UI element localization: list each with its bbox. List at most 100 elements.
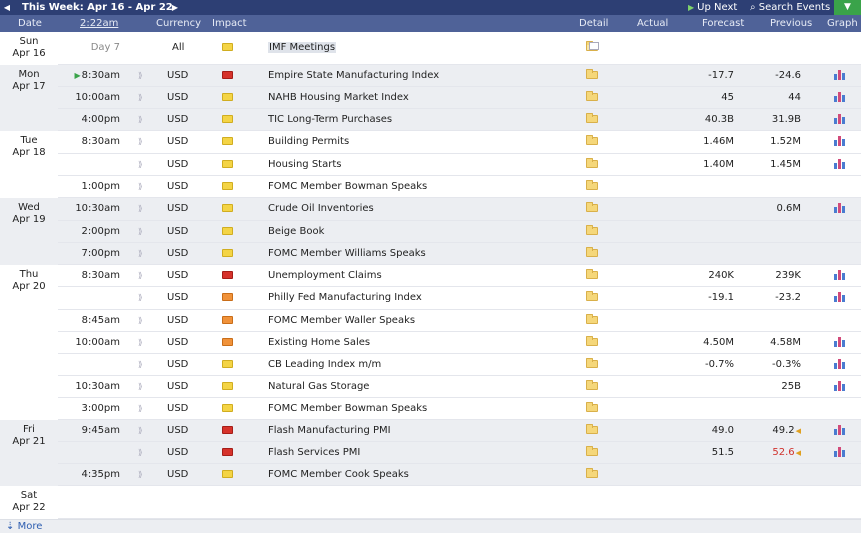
event-name[interactable]: Housing Starts bbox=[268, 154, 568, 175]
detail-folder-icon[interactable] bbox=[586, 464, 600, 485]
impact-icon[interactable] bbox=[222, 198, 234, 220]
impact-icon[interactable] bbox=[222, 65, 234, 86]
sound-icon[interactable]: ⟫ bbox=[138, 221, 146, 242]
graph-icon[interactable] bbox=[834, 332, 848, 353]
sound-icon[interactable]: ⟫ bbox=[138, 154, 146, 175]
event-name[interactable]: CB Leading Index m/m bbox=[268, 354, 568, 375]
sound-icon[interactable]: ⟫ bbox=[138, 310, 146, 331]
revised-icon[interactable]: ◀ bbox=[796, 449, 801, 457]
detail-folder-icon[interactable] bbox=[586, 221, 600, 242]
event-name[interactable]: FOMC Member Cook Speaks bbox=[268, 464, 568, 485]
event-name[interactable]: FOMC Member Williams Speaks bbox=[268, 243, 568, 264]
event-row[interactable]: 4:35pm ⟫ USD FOMC Member Cook Speaks bbox=[58, 464, 861, 486]
event-row[interactable]: ▶8:30am ⟫ USD Empire State Manufacturing In… bbox=[58, 65, 861, 87]
up-next-button[interactable]: ▶ Up Next bbox=[688, 0, 737, 15]
detail-folder-icon[interactable] bbox=[586, 154, 600, 175]
detail-folder-icon[interactable] bbox=[586, 310, 600, 331]
event-name[interactable]: Empire State Manufacturing Index bbox=[268, 65, 568, 86]
revised-icon[interactable]: ◀ bbox=[796, 427, 801, 435]
graph-icon[interactable] bbox=[834, 287, 848, 309]
event-row[interactable]: 8:30am ⟫ USD Unemployment Claims 240K 239K bbox=[58, 265, 861, 287]
event-row[interactable]: 2:00pm ⟫ USD Beige Book bbox=[58, 221, 861, 243]
impact-icon[interactable] bbox=[222, 420, 234, 441]
event-row[interactable]: 1:00pm ⟫ USD FOMC Member Bowman Speaks bbox=[58, 176, 861, 198]
event-name[interactable]: Natural Gas Storage bbox=[268, 376, 568, 397]
event-row[interactable]: Day 7 All IMF Meetings bbox=[58, 32, 861, 65]
event-name[interactable]: Existing Home Sales bbox=[268, 332, 568, 353]
event-name[interactable]: Philly Fed Manufacturing Index bbox=[268, 287, 568, 309]
event-row[interactable]: 10:30am ⟫ USD Natural Gas Storage 25B bbox=[58, 376, 861, 398]
impact-icon[interactable] bbox=[222, 310, 234, 331]
detail-folder-icon[interactable] bbox=[586, 87, 600, 108]
detail-folder-icon[interactable] bbox=[586, 332, 600, 353]
event-name[interactable]: IMF Meetings bbox=[268, 32, 568, 64]
event-row[interactable]: ⟫ USD CB Leading Index m/m -0.7% -0.3% bbox=[58, 354, 861, 376]
prev-week-icon[interactable]: ◀ bbox=[0, 0, 14, 15]
graph-icon[interactable] bbox=[834, 87, 848, 108]
graph-icon[interactable] bbox=[834, 354, 848, 375]
event-name[interactable]: Flash Services PMI bbox=[268, 442, 568, 463]
event-row[interactable]: 10:30am ⟫ USD Crude Oil Inventories 0.6M bbox=[58, 198, 861, 221]
sound-icon[interactable]: ⟫ bbox=[138, 243, 146, 264]
sound-icon[interactable]: ⟫ bbox=[138, 176, 146, 197]
event-name[interactable]: Building Permits bbox=[268, 131, 568, 153]
sound-icon[interactable]: ⟫ bbox=[138, 131, 146, 153]
event-name[interactable]: FOMC Member Bowman Speaks bbox=[268, 176, 568, 197]
event-name[interactable]: Beige Book bbox=[268, 221, 568, 242]
event-name[interactable]: Crude Oil Inventories bbox=[268, 198, 568, 220]
impact-icon[interactable] bbox=[222, 464, 234, 485]
detail-folder-icon[interactable] bbox=[586, 354, 600, 375]
impact-icon[interactable] bbox=[222, 32, 234, 64]
impact-icon[interactable] bbox=[222, 398, 234, 419]
impact-icon[interactable] bbox=[222, 109, 234, 130]
event-row[interactable]: 8:30am ⟫ USD Building Permits 1.46M 1.52M bbox=[58, 131, 861, 154]
search-events-button[interactable]: ⌕ Search Events bbox=[750, 0, 830, 15]
detail-folder-icon[interactable] bbox=[586, 398, 600, 419]
impact-icon[interactable] bbox=[222, 243, 234, 264]
graph-icon[interactable] bbox=[834, 376, 848, 397]
graph-icon[interactable] bbox=[834, 442, 848, 463]
detail-folder-icon[interactable] bbox=[586, 243, 600, 264]
sound-icon[interactable]: ⟫ bbox=[138, 354, 146, 375]
sound-icon[interactable]: ⟫ bbox=[138, 109, 146, 130]
event-row[interactable]: ⟫ USD Flash Services PMI 51.5 52.6◀ bbox=[58, 442, 861, 464]
more-button[interactable]: ⇣ More bbox=[6, 520, 42, 533]
event-name[interactable]: FOMC Member Waller Speaks bbox=[268, 310, 568, 331]
detail-folder-icon[interactable] bbox=[586, 32, 600, 64]
filter-icon[interactable]: ▼ bbox=[834, 0, 861, 15]
detail-folder-icon[interactable] bbox=[586, 109, 600, 130]
week-title[interactable]: This Week: Apr 16 - Apr 22 bbox=[22, 0, 173, 15]
graph-icon[interactable] bbox=[834, 265, 848, 286]
event-row[interactable]: 4:00pm ⟫ USD TIC Long-Term Purchases 40.3B 31… bbox=[58, 109, 861, 131]
event-row[interactable]: 8:45am ⟫ USD FOMC Member Waller Speaks bbox=[58, 310, 861, 332]
detail-folder-icon[interactable] bbox=[586, 131, 600, 153]
impact-icon[interactable] bbox=[222, 176, 234, 197]
sound-icon[interactable]: ⟫ bbox=[138, 65, 146, 86]
impact-icon[interactable] bbox=[222, 221, 234, 242]
impact-icon[interactable] bbox=[222, 287, 234, 309]
sound-icon[interactable]: ⟫ bbox=[138, 420, 146, 441]
detail-folder-icon[interactable] bbox=[586, 65, 600, 86]
detail-folder-icon[interactable] bbox=[586, 376, 600, 397]
detail-folder-icon[interactable] bbox=[586, 442, 600, 463]
detail-folder-icon[interactable] bbox=[586, 265, 600, 286]
event-row[interactable]: 10:00am ⟫ USD NAHB Housing Market Index 45 44 bbox=[58, 87, 861, 109]
graph-icon[interactable] bbox=[834, 109, 848, 130]
sound-icon[interactable]: ⟫ bbox=[138, 287, 146, 309]
graph-icon[interactable] bbox=[834, 65, 848, 86]
sound-icon[interactable]: ⟫ bbox=[138, 442, 146, 463]
graph-icon[interactable] bbox=[834, 154, 848, 175]
event-row[interactable]: 9:45am ⟫ USD Flash Manufacturing PMI 49.0 49.… bbox=[58, 420, 861, 442]
impact-icon[interactable] bbox=[222, 154, 234, 175]
next-week-icon[interactable]: ▶ bbox=[168, 0, 182, 15]
sound-icon[interactable]: ⟫ bbox=[138, 332, 146, 353]
event-row[interactable]: 3:00pm ⟫ USD FOMC Member Bowman Speaks bbox=[58, 398, 861, 420]
sound-icon[interactable]: ⟫ bbox=[138, 398, 146, 419]
impact-icon[interactable] bbox=[222, 131, 234, 153]
event-name[interactable]: NAHB Housing Market Index bbox=[268, 87, 568, 108]
impact-icon[interactable] bbox=[222, 354, 234, 375]
detail-folder-icon[interactable] bbox=[586, 287, 600, 309]
event-name[interactable]: Flash Manufacturing PMI bbox=[268, 420, 568, 441]
impact-icon[interactable] bbox=[222, 376, 234, 397]
sound-icon[interactable]: ⟫ bbox=[138, 464, 146, 485]
